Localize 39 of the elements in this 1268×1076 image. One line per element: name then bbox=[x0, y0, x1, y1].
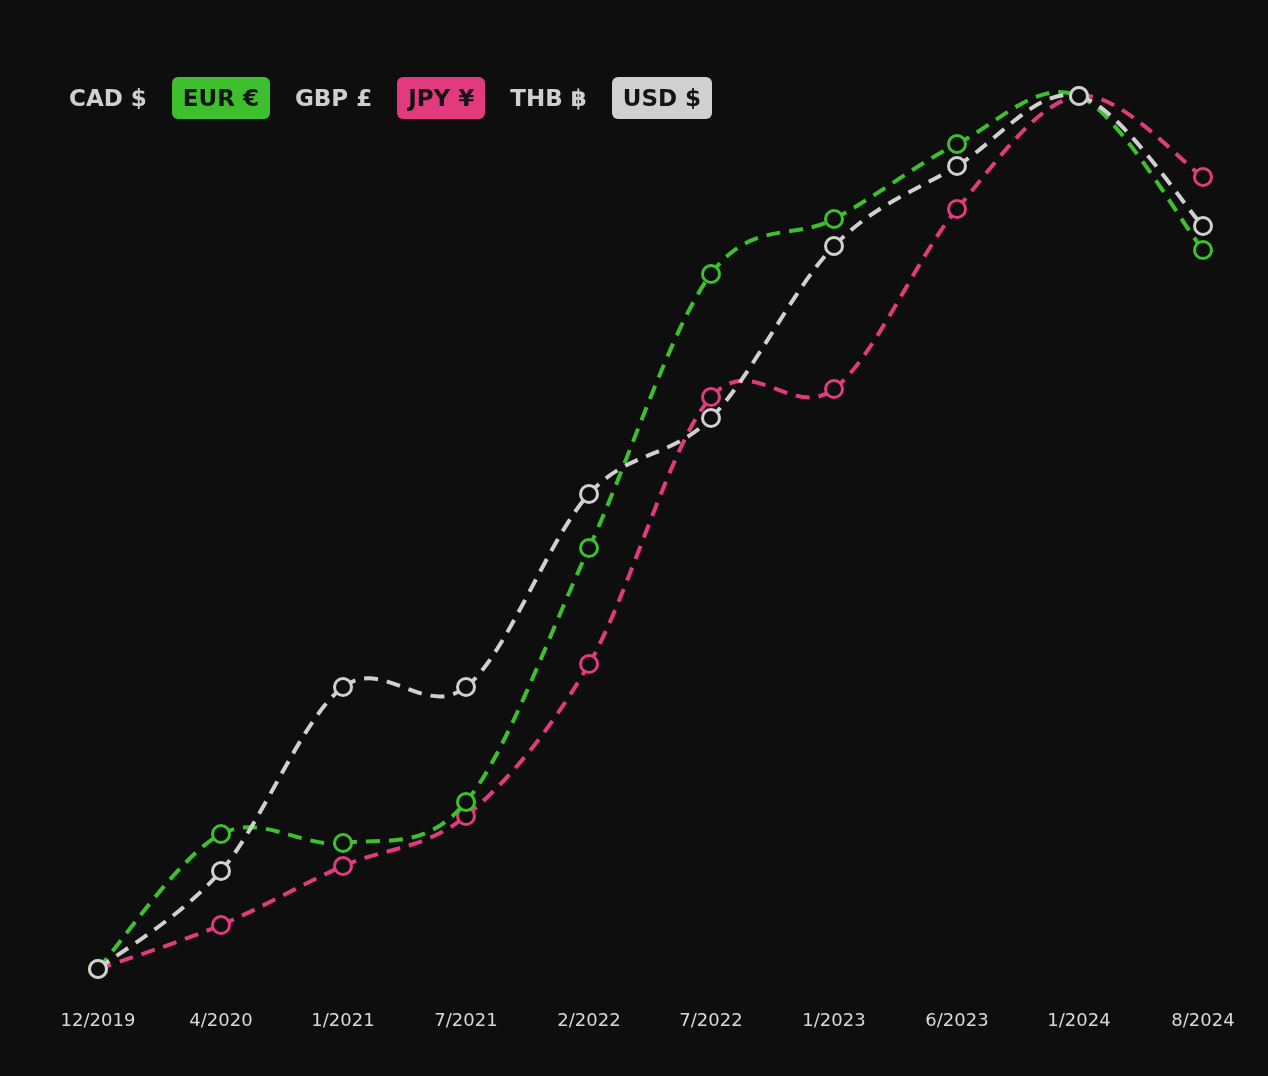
point-marker bbox=[824, 236, 844, 256]
legend-toggle[interactable]: CAD $ bbox=[58, 77, 158, 119]
point-marker bbox=[211, 915, 231, 935]
x-axis-label: 4/2020 bbox=[189, 1009, 253, 1030]
point-marker bbox=[1193, 240, 1213, 260]
x-axis-label: 1/2021 bbox=[311, 1009, 375, 1030]
point-marker bbox=[333, 677, 353, 697]
x-axis-label: 2/2022 bbox=[557, 1009, 621, 1030]
point-marker bbox=[333, 856, 353, 876]
point-marker bbox=[1193, 216, 1213, 236]
point-marker bbox=[1193, 167, 1213, 187]
point-marker bbox=[824, 209, 844, 229]
point-marker bbox=[579, 538, 599, 558]
point-marker bbox=[824, 379, 844, 399]
x-axis-label: 7/2021 bbox=[434, 1009, 498, 1030]
x-axis-label: 12/2019 bbox=[60, 1009, 136, 1030]
legend-toggle[interactable]: GBP £ bbox=[283, 77, 384, 119]
point-marker bbox=[947, 156, 967, 176]
x-axis-label: 1/2023 bbox=[802, 1009, 866, 1030]
point-marker bbox=[701, 264, 721, 284]
point-marker bbox=[456, 792, 476, 812]
x-axis-label: 6/2023 bbox=[925, 1009, 989, 1030]
point-marker bbox=[947, 134, 967, 154]
legend-toggle[interactable]: THB ฿ bbox=[499, 77, 598, 119]
point-marker bbox=[333, 833, 353, 853]
point-marker bbox=[211, 824, 231, 844]
point-marker bbox=[579, 484, 599, 504]
point-marker bbox=[456, 677, 476, 697]
x-axis-label: 1/2024 bbox=[1047, 1009, 1111, 1030]
point-marker bbox=[947, 199, 967, 219]
point-marker bbox=[211, 861, 231, 881]
x-axis-label: 8/2024 bbox=[1171, 1009, 1235, 1030]
legend-toggle[interactable]: USD $ bbox=[611, 77, 713, 119]
legend-toggle[interactable]: JPY ¥ bbox=[397, 77, 486, 119]
legend-toggle[interactable]: EUR € bbox=[171, 77, 270, 119]
x-axis-label: 7/2022 bbox=[679, 1009, 743, 1030]
point-marker bbox=[579, 654, 599, 674]
point-marker bbox=[701, 387, 721, 407]
point-marker bbox=[701, 408, 721, 428]
